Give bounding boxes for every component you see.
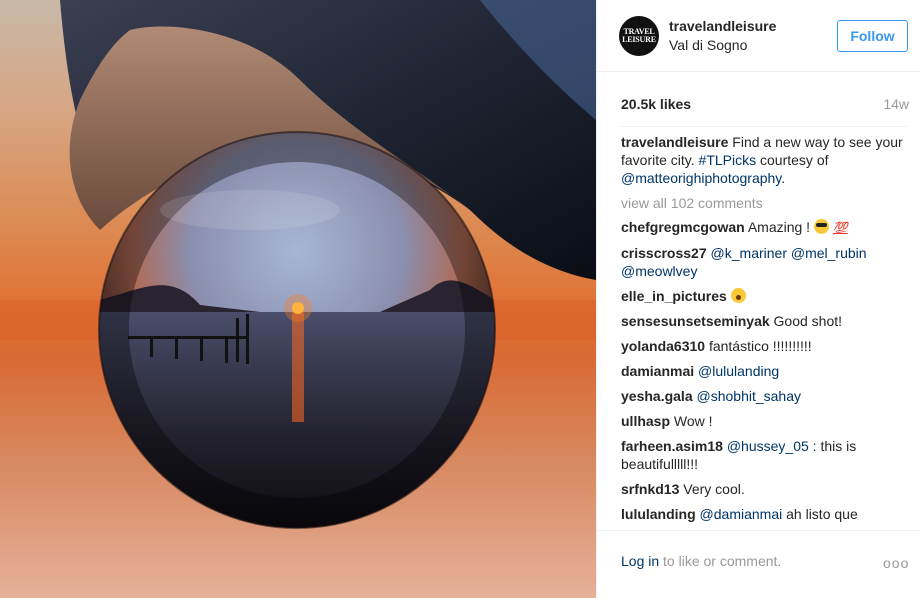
comment-username[interactable]: yolanda6310 [621,338,705,354]
comment-text: Very cool. [683,481,745,497]
surprised-face-emoji-icon [730,288,746,303]
comment-mention[interactable]: @mel_rubin [791,245,867,261]
comment-mention[interactable]: @k_mariner [711,245,787,261]
crystal-ball-sunset-image [0,0,596,529]
caption-username[interactable]: travelandleisure [621,134,728,150]
hundred-points-emoji-icon: 💯 [832,221,848,235]
caption: travelandleisure Find a new way to see y… [621,133,913,187]
comment-mention[interactable]: @shobhit_sahay [697,388,802,404]
post-header: TRAVEL LEISURE travelandleisure Val di S… [597,0,920,72]
login-link[interactable]: Log in [621,553,659,569]
list-item: crisscross27 @k_mariner @mel_rubin @meow… [621,244,913,280]
instagram-post: TRAVEL LEISURE travelandleisure Val di S… [0,0,920,598]
likes-row: 20.5k likes 14w [621,96,909,116]
comment-text: Good shot! [773,313,843,329]
post-sidebar: TRAVEL LEISURE travelandleisure Val di S… [596,0,920,598]
comment-text: fantástico !!!!!!!!!! [708,338,812,354]
avatar-text-line-2: LEISURE [622,35,656,44]
list-item: ullhasp Wow ! [621,412,913,430]
list-item: sensesunsetseminyak Good shot! [621,312,913,330]
comment-mention[interactable]: @meowlvey [621,263,697,279]
location-link[interactable]: Val di Sogno [669,37,747,53]
caption-hashtag[interactable]: #TLPicks [699,152,757,168]
view-all-comments-link[interactable]: view all 102 comments [621,194,913,212]
caption-text-2: courtesy of [760,152,829,168]
comment-mention[interactable]: @damianmai [700,506,783,522]
post-footer: Log in to like or comment. ooo [597,530,920,598]
likes-count[interactable]: 20.5k likes [621,96,691,112]
comment-username[interactable]: lululanding [621,506,696,522]
comment-text: ah listo que [786,506,858,522]
username-link[interactable]: travelandleisure [669,18,776,34]
divider [621,126,909,127]
comment-username[interactable]: damianmai [621,363,694,379]
list-item: farheen.asim18 @hussey_05 : this is beau… [621,437,913,473]
list-item: elle_in_pictures [621,287,913,305]
post-photo[interactable] [0,0,596,598]
comment-username[interactable]: farheen.asim18 [621,438,723,454]
avatar[interactable]: TRAVEL LEISURE [619,16,659,56]
comment-username[interactable]: sensesunsetseminyak [621,313,770,329]
comment-text: Amazing ! [747,219,811,235]
login-prompt: Log in to like or comment. [621,553,781,569]
comment-username[interactable]: srfnkd13 [621,481,679,497]
list-item: srfnkd13 Very cool. [621,480,913,498]
caption-text-3: . [781,170,786,186]
sunglasses-emoji-icon [813,219,829,234]
login-prompt-text: to like or comment. [663,553,782,569]
list-item: chefgregmcgowan Amazing ! 💯 [621,218,913,237]
comments-list[interactable]: travelandleisure Find a new way to see y… [621,133,913,529]
list-item: yolanda6310 fantástico !!!!!!!!!! [621,337,913,355]
list-item: damianmai @lululanding [621,362,913,380]
caption-mention[interactable]: @matteorighiphotography [621,170,781,186]
post-age[interactable]: 14w [883,96,909,112]
comment-username[interactable]: ullhasp [621,413,670,429]
list-item: lululanding @damianmai ah listo que [621,505,913,523]
comment-text: Wow ! [673,413,713,429]
comment-username[interactable]: yesha.gala [621,388,693,404]
comment-username[interactable]: chefgregmcgowan [621,219,745,235]
more-options-icon[interactable]: ooo [883,555,909,571]
comment-username[interactable]: elle_in_pictures [621,288,727,304]
comment-mention[interactable]: @lululanding [698,363,779,379]
list-item: yesha.gala @shobhit_sahay [621,387,913,405]
comment-username[interactable]: crisscross27 [621,245,707,261]
comment-mention[interactable]: @hussey_05 [727,438,809,454]
follow-button[interactable]: Follow [837,20,908,52]
